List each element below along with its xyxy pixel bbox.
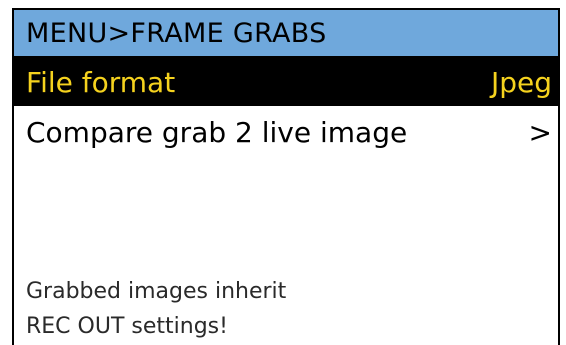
menu-panel: MENU>FRAME GRABS File format Jpeg Compar… — [12, 8, 560, 345]
chevron-right-icon: > — [528, 115, 552, 149]
menu-item-compare-grab[interactable]: Compare grab 2 live image > — [14, 108, 558, 156]
info-note-line-2: REC OUT settings! — [26, 314, 228, 339]
camera-menu-screen: MENU>FRAME GRABS File format Jpeg Compar… — [0, 0, 566, 345]
menu-item-label: File format — [26, 65, 176, 99]
menu-breadcrumb-title: MENU>FRAME GRABS — [26, 17, 327, 49]
menu-item-file-format[interactable]: File format Jpeg — [14, 58, 558, 106]
info-note-line-1: Grabbed images inherit — [26, 279, 287, 304]
menu-item-value: Jpeg — [490, 65, 552, 99]
menu-header: MENU>FRAME GRABS — [14, 10, 558, 58]
info-note: Grabbed images inherit REC OUT settings! — [26, 274, 546, 344]
menu-item-label: Compare grab 2 live image — [26, 115, 408, 149]
